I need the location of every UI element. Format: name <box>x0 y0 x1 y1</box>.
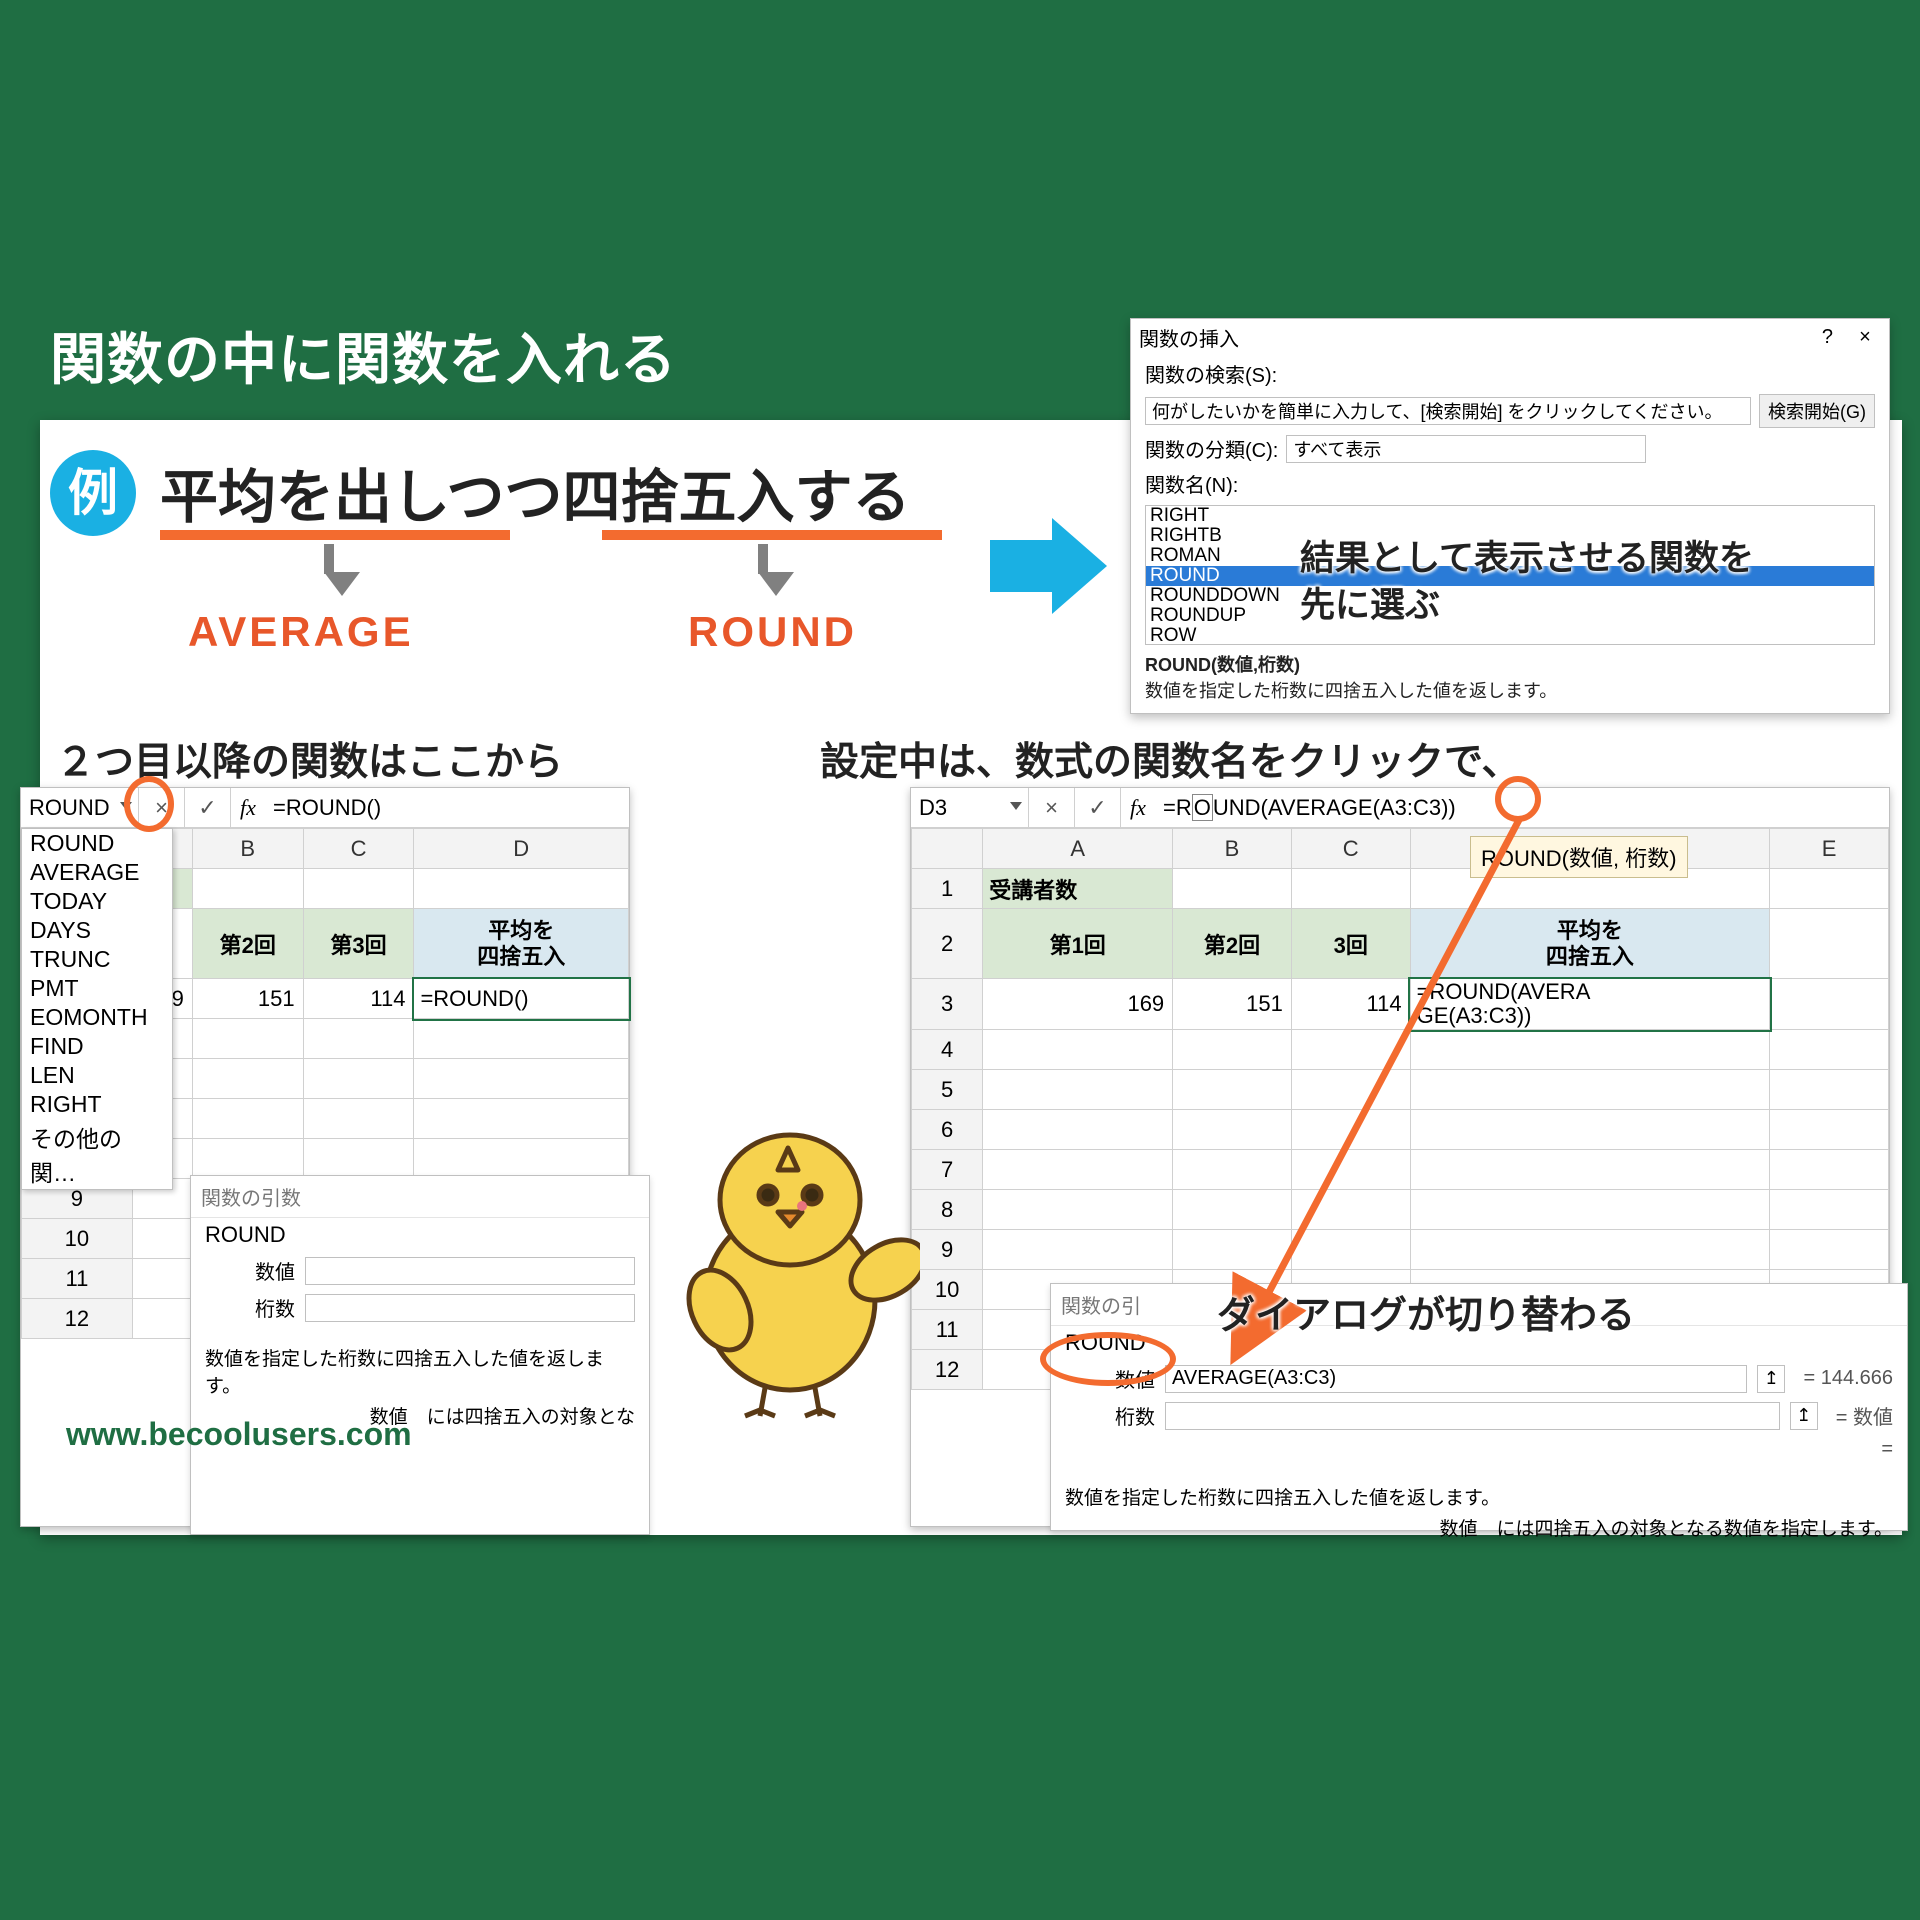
args-description: 数値を指定した桁数に四捨五入した値を返します。 <box>191 1326 649 1400</box>
list-item[interactable]: RIGHT <box>22 1090 172 1119</box>
cancel-entry-icon[interactable]: × <box>1029 788 1075 827</box>
active-cell[interactable]: =ROUND() <box>414 979 629 1019</box>
range-picker-button[interactable]: ↥ <box>1790 1402 1818 1430</box>
arg-label: 数値 <box>205 1256 295 1285</box>
list-item[interactable]: RIGHT <box>1146 506 1874 526</box>
list-item[interactable]: TODAY <box>22 887 172 916</box>
result-preview: = <box>1873 1438 1893 1461</box>
subheading-left: ２つ目以降の関数はここから <box>56 731 563 787</box>
arg-preview: = 144.666 <box>1795 1367 1893 1390</box>
formula-bar[interactable]: =ROUND() <box>265 795 629 821</box>
search-label: 関数の検索(S): <box>1145 359 1277 388</box>
cell-value[interactable]: 114 <box>303 979 414 1019</box>
function-list-label: 関数名(N): <box>1145 469 1238 498</box>
col-header-label: 第3回 <box>303 909 414 979</box>
list-item[interactable]: EOMONTH <box>22 1003 172 1032</box>
arg-input[interactable] <box>305 1294 635 1322</box>
overlay-dialog-switch: ダイアログが切り替わる <box>1217 1284 1635 1339</box>
arg-input[interactable]: AVERAGE(A3:C3) <box>1165 1365 1747 1393</box>
example-line: 平均を出しつつ四捨五入する <box>160 450 911 534</box>
table-title: 受講者数 <box>983 869 1173 909</box>
function-name: ROUND <box>191 1218 649 1252</box>
chevron-down-icon[interactable] <box>1010 802 1022 810</box>
site-url: www.becoolusers.com <box>66 1416 412 1453</box>
cell-value[interactable]: 114 <box>1291 979 1410 1030</box>
range-picker-button[interactable]: ↥ <box>1757 1365 1785 1393</box>
list-item[interactable]: PMT <box>22 974 172 1003</box>
function-description: 数値を指定した桁数に四捨五入した値を返します。 <box>1145 681 1557 701</box>
category-select[interactable]: すべて表示 <box>1286 435 1646 463</box>
list-item[interactable]: DAYS <box>22 916 172 945</box>
col-header[interactable]: C <box>303 829 414 869</box>
underline-average <box>160 530 510 540</box>
chevron-down-icon[interactable] <box>120 802 132 810</box>
list-item[interactable]: LEN <box>22 1061 172 1090</box>
args-sub-description: 数値 には四捨五入の対象となる数値を指定します。 <box>1051 1512 1907 1543</box>
cell-value[interactable]: 151 <box>1173 979 1292 1030</box>
arg-input[interactable] <box>1165 1402 1780 1430</box>
subheading-right: 設定中は、数式の関数名をクリックで、 <box>820 731 1520 787</box>
function-args-dialog-left: 関数の引数 ROUND 数値 桁数 数値を指定した桁数に四捨五入した値を返します… <box>190 1175 650 1535</box>
cell-value[interactable]: 151 <box>192 979 303 1019</box>
list-item[interactable]: TRUNC <box>22 945 172 974</box>
col-header-label: 第2回 <box>1173 909 1292 979</box>
formula-tooltip: ROUND(数値, 桁数) <box>1470 836 1688 878</box>
fx-icon[interactable]: fx <box>1121 795 1155 821</box>
search-input[interactable]: 何がしたいかを簡単に入力して、[検索開始] をクリックしてください。 <box>1145 397 1751 425</box>
col-header[interactable]: D <box>414 829 629 869</box>
col-header[interactable]: A <box>983 829 1173 869</box>
function-signature: ROUND(数値,桁数) <box>1145 655 1300 675</box>
dialog-title: 関数の挿入 <box>1139 323 1239 352</box>
col-header-label: 平均を四捨五入 <box>414 909 629 979</box>
col-header-label: 第2回 <box>192 909 303 979</box>
corner-cell[interactable] <box>912 829 983 869</box>
label-round: ROUND <box>688 608 857 656</box>
arg-preview: = 数値 <box>1828 1401 1893 1430</box>
page-title: 関数の中に関数を入れる <box>50 315 677 396</box>
list-item[interactable]: その他の関… <box>22 1119 172 1189</box>
arg-label: 桁数 <box>1065 1401 1155 1430</box>
cancel-entry-icon[interactable]: × <box>139 788 185 827</box>
list-item[interactable]: AVERAGE <box>22 858 172 887</box>
confirm-entry-icon[interactable]: ✓ <box>185 788 231 827</box>
cell-value[interactable]: 169 <box>983 979 1173 1030</box>
col-header[interactable]: C <box>1291 829 1410 869</box>
underline-round <box>602 530 942 540</box>
col-header[interactable]: B <box>1173 829 1292 869</box>
chick-mascot-icon <box>660 1110 920 1430</box>
example-badge: 例 <box>50 450 136 536</box>
arg-input[interactable] <box>305 1257 635 1285</box>
label-average: AVERAGE <box>188 608 414 656</box>
list-item[interactable]: FIND <box>22 1032 172 1061</box>
row-header[interactable]: 1 <box>912 869 983 909</box>
formula-bar[interactable]: =ROUND(AVERAGE(A3:C3)) <box>1155 795 1889 821</box>
confirm-entry-icon[interactable]: ✓ <box>1075 788 1121 827</box>
col-header-label: 第1回 <box>983 909 1173 979</box>
help-button[interactable]: ? <box>1811 326 1843 349</box>
right-arrow-icon <box>990 540 1056 592</box>
category-label: 関数の分類(C): <box>1145 434 1278 463</box>
col-header[interactable]: B <box>192 829 303 869</box>
search-start-button[interactable]: 検索開始(G) <box>1759 394 1875 428</box>
active-cell[interactable]: =ROUND(AVERAGE(A3:C3)) <box>1410 979 1770 1030</box>
col-header-label: 平均を四捨五入 <box>1410 909 1770 979</box>
function-dropdown[interactable]: ROUND AVERAGE TODAY DAYS TRUNC PMT EOMON… <box>21 828 173 1190</box>
fx-icon[interactable]: fx <box>231 795 265 821</box>
args-description: 数値を指定した桁数に四捨五入した値を返します。 <box>1051 1465 1907 1512</box>
col-header[interactable]: E <box>1770 829 1889 869</box>
close-button[interactable]: × <box>1849 326 1881 349</box>
arg-label: 数値 <box>1065 1364 1155 1393</box>
dialog-title: 関数の引数 <box>191 1176 649 1218</box>
name-box[interactable]: ROUND <box>21 788 139 827</box>
col-header-label: 3回 <box>1291 909 1410 979</box>
insert-function-dialog: 関数の挿入 ? × 関数の検索(S): 何がしたいかを簡単に入力して、[検索開始… <box>1130 318 1890 714</box>
overlay-select-outer-first: 結果として表示させる関数を 先に選ぶ <box>1300 535 1754 630</box>
arg-label: 桁数 <box>205 1293 295 1322</box>
list-item[interactable]: ROUND <box>22 829 172 858</box>
name-box[interactable]: D3 <box>911 788 1029 827</box>
